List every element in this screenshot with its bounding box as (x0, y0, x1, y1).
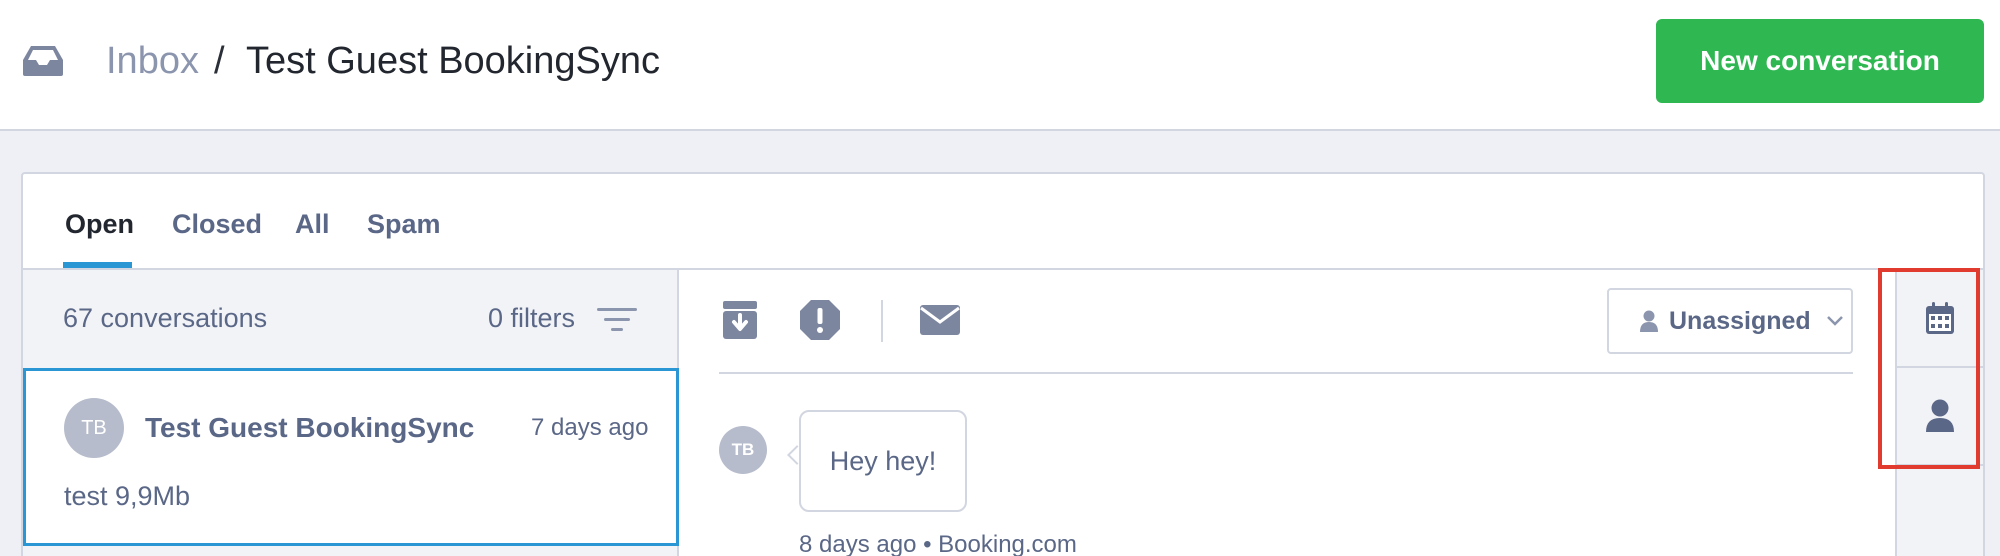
toolbar-divider-rule (719, 372, 1853, 374)
tab-all[interactable]: All (295, 206, 330, 242)
tab-open[interactable]: Open (65, 206, 134, 242)
breadcrumb-separator: / (214, 40, 225, 82)
assignee-label: Unassigned (1669, 306, 1811, 335)
guest-profile-button[interactable] (1897, 368, 1983, 466)
spam-alert-icon[interactable] (799, 299, 841, 341)
chevron-down-icon (1826, 316, 1843, 326)
message-bubble: Hey hey! (799, 410, 967, 512)
conversation-count: 67 conversations (63, 303, 268, 333)
list-header: 67 conversations 0 filters (23, 270, 677, 368)
conversation-list-item[interactable]: TB Test Guest BookingSync 7 days ago tes… (23, 368, 679, 546)
avatar: TB (64, 398, 124, 458)
filter-lines-icon[interactable] (597, 306, 637, 334)
inbox-panel: Open Closed All Spam 67 conversations 0 … (21, 172, 1985, 556)
page-title: Test Guest BookingSync (246, 40, 660, 82)
inbox-tray-icon (23, 46, 63, 76)
message-avatar: TB (719, 426, 767, 474)
conversation-timestamp: 7 days ago (531, 414, 649, 441)
mail-icon[interactable] (919, 304, 961, 336)
right-sidebar (1895, 270, 1983, 556)
top-header: Inbox / Test Guest BookingSync New conve… (0, 0, 2000, 131)
active-tab-indicator (63, 262, 132, 268)
status-tabs: Open Closed All Spam (23, 174, 1983, 270)
tab-spam[interactable]: Spam (367, 206, 441, 242)
filters-toggle[interactable]: 0 filters (488, 300, 575, 336)
conversation-preview: test 9,9Mb (64, 481, 191, 511)
person-icon (1640, 310, 1658, 332)
conversation-list: 67 conversations 0 filters TB Test Guest… (23, 270, 679, 556)
new-conversation-button[interactable]: New conversation (1656, 19, 1984, 103)
breadcrumb-inbox-link[interactable]: Inbox (106, 38, 199, 84)
calendar-button[interactable] (1897, 270, 1983, 368)
archive-icon[interactable] (721, 300, 759, 340)
conversation-guest-name: Test Guest BookingSync (145, 412, 475, 443)
tab-closed[interactable]: Closed (172, 206, 262, 242)
toolbar-divider (881, 300, 883, 342)
calendar-icon (1926, 302, 1954, 334)
user-icon (1926, 399, 1954, 432)
message-meta: 8 days ago • Booking.com (799, 531, 1077, 556)
conversation-view: Unassigned TB Hey hey! 8 days ago • Book… (679, 270, 1895, 556)
assignee-dropdown[interactable]: Unassigned (1607, 288, 1853, 354)
